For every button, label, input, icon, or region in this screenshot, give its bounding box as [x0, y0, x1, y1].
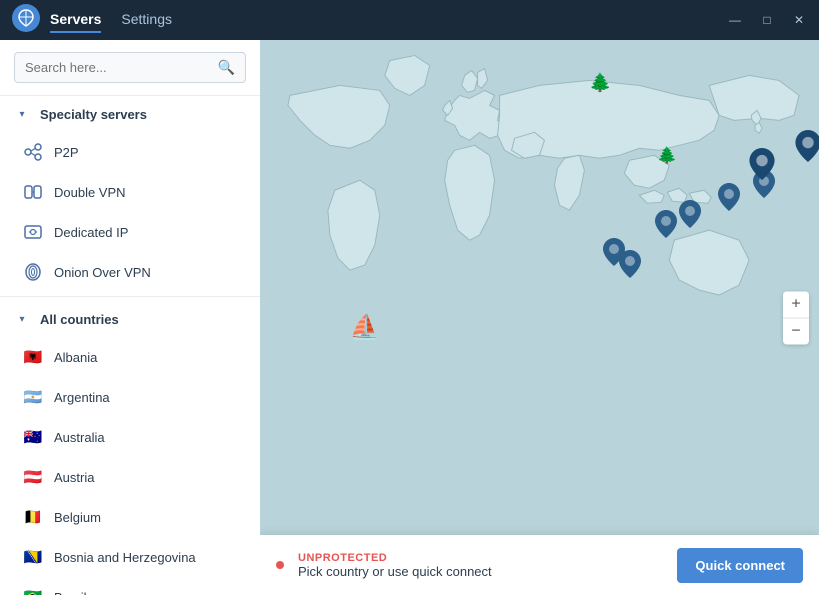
search-box: 🔍 — [14, 52, 246, 83]
status-bar: UNPROTECTED Pick country or use quick co… — [260, 535, 819, 595]
map-pin-korea — [718, 183, 740, 211]
search-container: 🔍 — [0, 40, 260, 96]
search-input[interactable] — [25, 60, 218, 75]
title-bar-tabs: Servers Settings — [50, 7, 172, 33]
status-indicator — [276, 561, 284, 569]
sidebar-item-albania[interactable]: 🇦🇱 Albania — [0, 337, 260, 377]
sidebar-item-australia[interactable]: 🇦🇺 Australia — [0, 417, 260, 457]
section-divider — [0, 296, 260, 297]
albania-flag: 🇦🇱 — [22, 346, 44, 368]
app-logo — [12, 4, 40, 37]
map-area: 🌲 🌲 ⛵ — [260, 40, 819, 595]
dedicated-ip-icon — [22, 221, 44, 243]
zoom-in-button[interactable]: + — [783, 291, 809, 317]
minimize-button[interactable]: — — [727, 12, 743, 28]
svg-text:🌲: 🌲 — [589, 71, 611, 92]
countries-chevron-icon: ▾ — [14, 311, 30, 327]
sidebar-item-onion-vpn[interactable]: Onion Over VPN — [0, 252, 260, 292]
map-pin-sea — [655, 210, 677, 238]
map-pin-china — [679, 200, 701, 228]
austria-flag: 🇦🇹 — [22, 466, 44, 488]
window-controls: — □ ✕ — [727, 12, 807, 28]
title-bar: Servers Settings — □ ✕ — [0, 0, 819, 40]
sidebar-item-brazil[interactable]: 🇧🇷 Brazil — [0, 577, 260, 595]
australia-label: Australia — [54, 430, 105, 445]
tab-servers[interactable]: Servers — [50, 7, 101, 33]
status-description: Pick country or use quick connect — [298, 564, 677, 579]
austria-label: Austria — [54, 470, 94, 485]
brazil-label: Brazil — [54, 590, 87, 595]
onion-over-vpn-label: Onion Over VPN — [54, 265, 151, 280]
sidebar-item-austria[interactable]: 🇦🇹 Austria — [0, 457, 260, 497]
zoom-out-button[interactable]: − — [783, 318, 809, 344]
brazil-flag: 🇧🇷 — [22, 586, 44, 595]
sidebar-item-dedicated-ip[interactable]: Dedicated IP — [0, 212, 260, 252]
p2p-label: P2P — [54, 145, 79, 160]
onion-over-vpn-icon — [22, 261, 44, 283]
dedicated-ip-label: Dedicated IP — [54, 225, 128, 240]
bosnia-label: Bosnia and Herzegovina — [54, 550, 196, 565]
all-countries-label: All countries — [40, 312, 119, 327]
double-vpn-icon — [22, 181, 44, 203]
close-button[interactable]: ✕ — [791, 12, 807, 28]
all-countries-section[interactable]: ▾ All countries — [0, 301, 260, 337]
tab-settings[interactable]: Settings — [121, 7, 172, 33]
zoom-controls: + − — [783, 291, 809, 344]
svg-text:🌲: 🌲 — [657, 145, 677, 164]
sidebar-list: ▾ Specialty servers P2P — [0, 96, 260, 595]
belgium-label: Belgium — [54, 510, 101, 525]
albania-label: Albania — [54, 350, 97, 365]
specialty-chevron-icon: ▾ — [14, 106, 30, 122]
sidebar-item-argentina[interactable]: 🇦🇷 Argentina — [0, 377, 260, 417]
belgium-flag: 🇧🇪 — [22, 506, 44, 528]
sidebar-item-double-vpn[interactable]: Double VPN — [0, 172, 260, 212]
bosnia-flag: 🇧🇦 — [22, 546, 44, 568]
maximize-button[interactable]: □ — [759, 12, 775, 28]
main-layout: 🔍 ▾ Specialty servers — [0, 40, 819, 595]
map-pin-europe — [749, 148, 775, 180]
specialty-servers-label: Specialty servers — [40, 107, 147, 122]
map-pin-middle-east — [619, 250, 641, 278]
status-text-group: UNPROTECTED Pick country or use quick co… — [298, 552, 677, 579]
sidebar-item-bosnia[interactable]: 🇧🇦 Bosnia and Herzegovina — [0, 537, 260, 577]
argentina-flag: 🇦🇷 — [22, 386, 44, 408]
double-vpn-label: Double VPN — [54, 185, 126, 200]
argentina-label: Argentina — [54, 390, 110, 405]
search-icon: 🔍 — [218, 59, 235, 76]
p2p-icon — [22, 141, 44, 163]
status-label: UNPROTECTED — [298, 552, 677, 564]
australia-flag: 🇦🇺 — [22, 426, 44, 448]
sidebar-item-belgium[interactable]: 🇧🇪 Belgium — [0, 497, 260, 537]
sidebar: 🔍 ▾ Specialty servers — [0, 40, 260, 595]
sidebar-item-p2p[interactable]: P2P — [0, 132, 260, 172]
map-pin-far-east — [795, 130, 819, 162]
svg-text:⛵: ⛵ — [350, 313, 380, 341]
quick-connect-button[interactable]: Quick connect — [677, 548, 803, 583]
specialty-servers-section[interactable]: ▾ Specialty servers — [0, 96, 260, 132]
